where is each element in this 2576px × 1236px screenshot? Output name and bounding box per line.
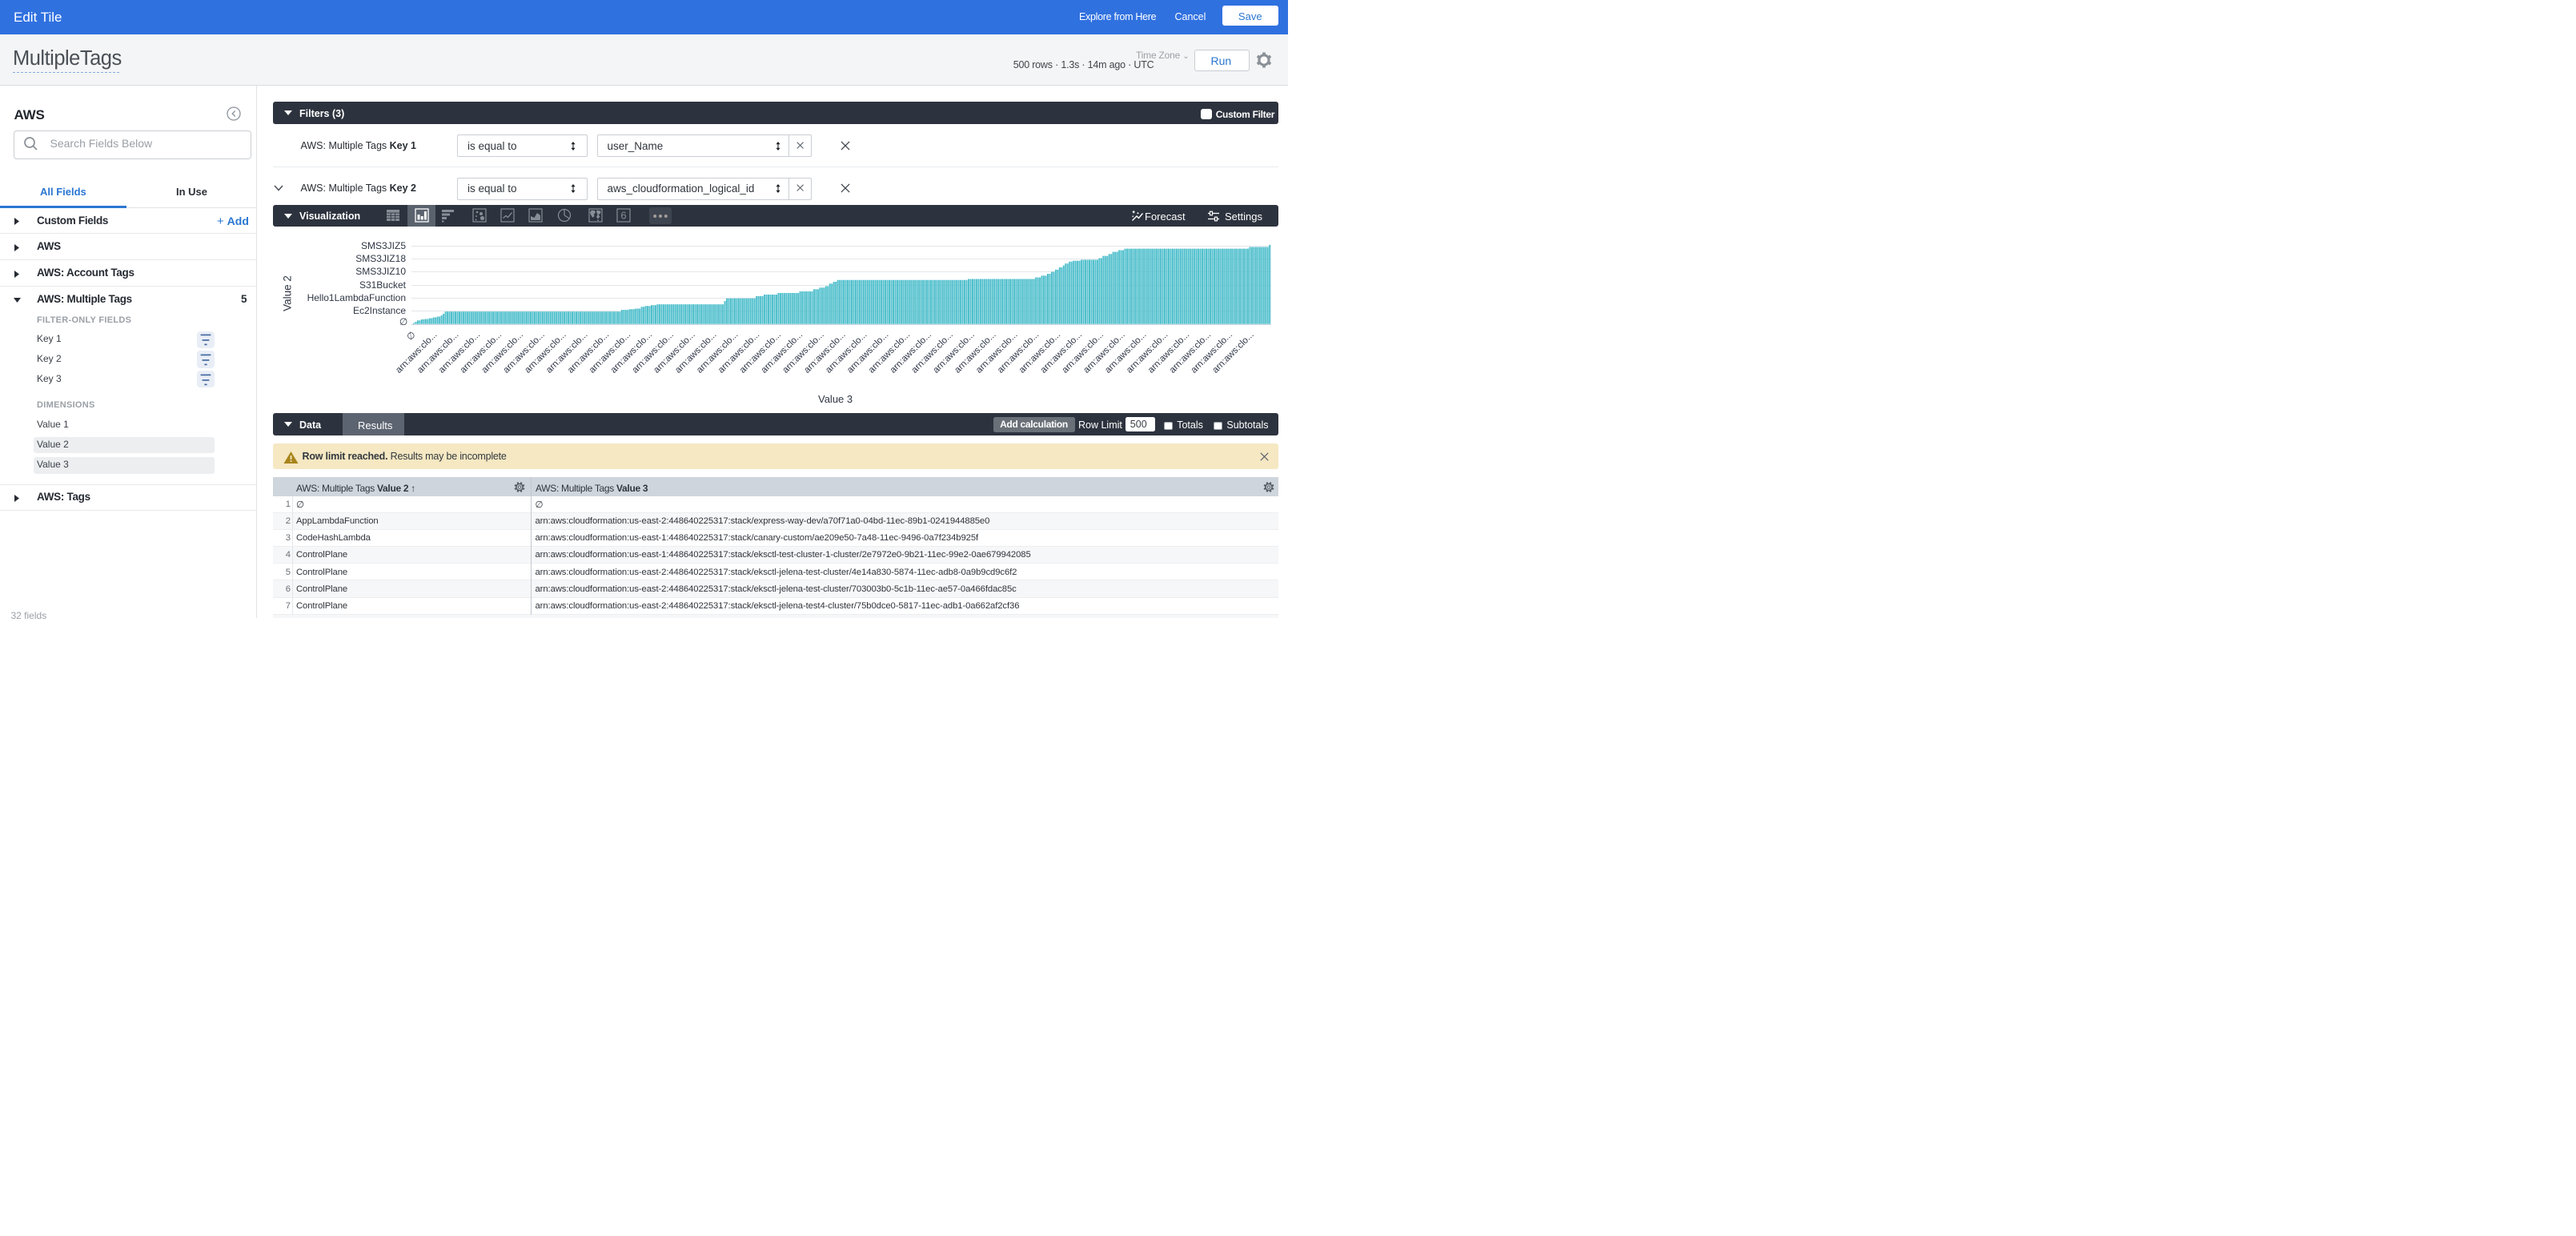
svg-text:∅: ∅: [405, 330, 418, 343]
